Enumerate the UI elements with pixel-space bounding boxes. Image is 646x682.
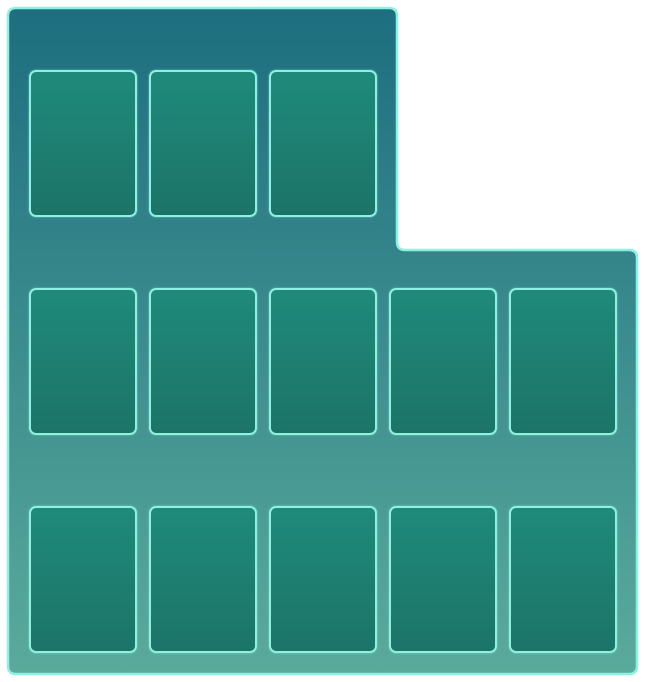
card-slot-row-2-1[interactable] — [29, 288, 137, 435]
card-slot-row-1-3[interactable] — [269, 70, 377, 217]
card-slot-row-1-2[interactable] — [149, 70, 257, 217]
card-slot-row-2-5[interactable] — [509, 288, 617, 435]
card-slot-row-3-1[interactable] — [29, 506, 137, 653]
card-slot-row-3-4[interactable] — [389, 506, 497, 653]
game-stage — [0, 0, 646, 682]
card-slot-row-3-2[interactable] — [149, 506, 257, 653]
card-slot-row-2-4[interactable] — [389, 288, 497, 435]
card-slot-row-2-2[interactable] — [149, 288, 257, 435]
card-slot-row-1-1[interactable] — [29, 70, 137, 217]
card-slot-row-2-3[interactable] — [269, 288, 377, 435]
card-slot-row-3-3[interactable] — [269, 506, 377, 653]
card-slot-row-3-5[interactable] — [509, 506, 617, 653]
